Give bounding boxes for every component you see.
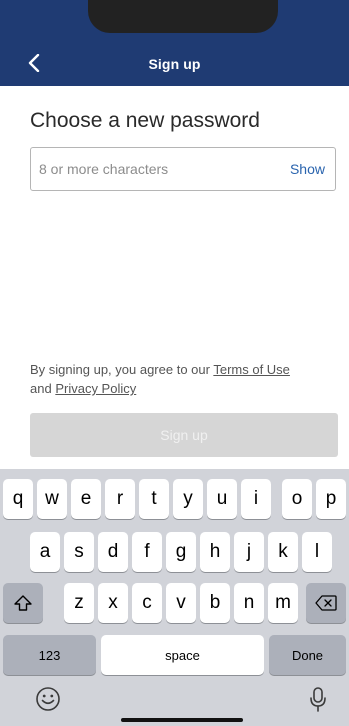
shift-key[interactable] (3, 583, 43, 623)
key-f[interactable]: f (132, 532, 162, 572)
key-o[interactable]: o (282, 479, 312, 519)
key-d[interactable]: d (98, 532, 128, 572)
key-x[interactable]: x (98, 583, 128, 623)
signup-button[interactable]: Sign up (30, 413, 338, 457)
key-l[interactable]: l (302, 532, 332, 572)
shift-icon (14, 595, 32, 611)
key-b[interactable]: b (200, 583, 230, 623)
terms-of-use-link[interactable]: Terms of Use (213, 362, 290, 377)
backspace-icon (315, 595, 337, 611)
done-key[interactable]: Done (269, 635, 346, 675)
microphone-icon (310, 687, 326, 712)
password-input[interactable] (31, 148, 281, 190)
home-indicator (121, 718, 243, 722)
key-z[interactable]: z (64, 583, 94, 623)
backspace-key[interactable] (306, 583, 346, 623)
numbers-key[interactable]: 123 (3, 635, 96, 675)
agreement-middle: and (30, 381, 52, 396)
password-field: Show (30, 147, 336, 191)
dictation-button[interactable] (306, 685, 330, 713)
space-key[interactable]: space (101, 635, 264, 675)
device-notch (88, 0, 278, 33)
key-k[interactable]: k (268, 532, 298, 572)
key-q[interactable]: q (3, 479, 33, 519)
key-i[interactable]: i (241, 479, 271, 519)
keyboard-row-1: q w e r t y u i o p (0, 479, 349, 519)
emoji-icon (36, 687, 60, 711)
page-title: Choose a new password (30, 109, 260, 132)
agreement-text: By signing up, you agree to our Terms of… (30, 360, 335, 398)
keyboard-row-3: z x c v b n m (0, 583, 349, 623)
key-n[interactable]: n (234, 583, 264, 623)
key-j[interactable]: j (234, 532, 264, 572)
header-title: Sign up (148, 56, 201, 72)
keyboard: q w e r t y u i o p a s d f g h j k l z … (0, 469, 349, 726)
key-v[interactable]: v (166, 583, 196, 623)
key-y[interactable]: y (173, 479, 203, 519)
show-password-button[interactable]: Show (290, 161, 325, 177)
key-p[interactable]: p (316, 479, 346, 519)
keyboard-row-4: 123 space Done (0, 635, 349, 675)
key-c[interactable]: c (132, 583, 162, 623)
agreement-prefix: By signing up, you agree to our (30, 362, 210, 377)
key-e[interactable]: e (71, 479, 101, 519)
key-g[interactable]: g (166, 532, 196, 572)
key-w[interactable]: w (37, 479, 67, 519)
key-t[interactable]: t (139, 479, 169, 519)
key-h[interactable]: h (200, 532, 230, 572)
key-a[interactable]: a (30, 532, 60, 572)
key-r[interactable]: r (105, 479, 135, 519)
nav-header: Sign up (0, 0, 349, 86)
keyboard-row-2: a s d f g h j k l (0, 532, 349, 572)
emoji-button[interactable] (34, 685, 62, 713)
key-s[interactable]: s (64, 532, 94, 572)
key-u[interactable]: u (207, 479, 237, 519)
privacy-policy-link[interactable]: Privacy Policy (55, 381, 136, 396)
key-m[interactable]: m (268, 583, 298, 623)
